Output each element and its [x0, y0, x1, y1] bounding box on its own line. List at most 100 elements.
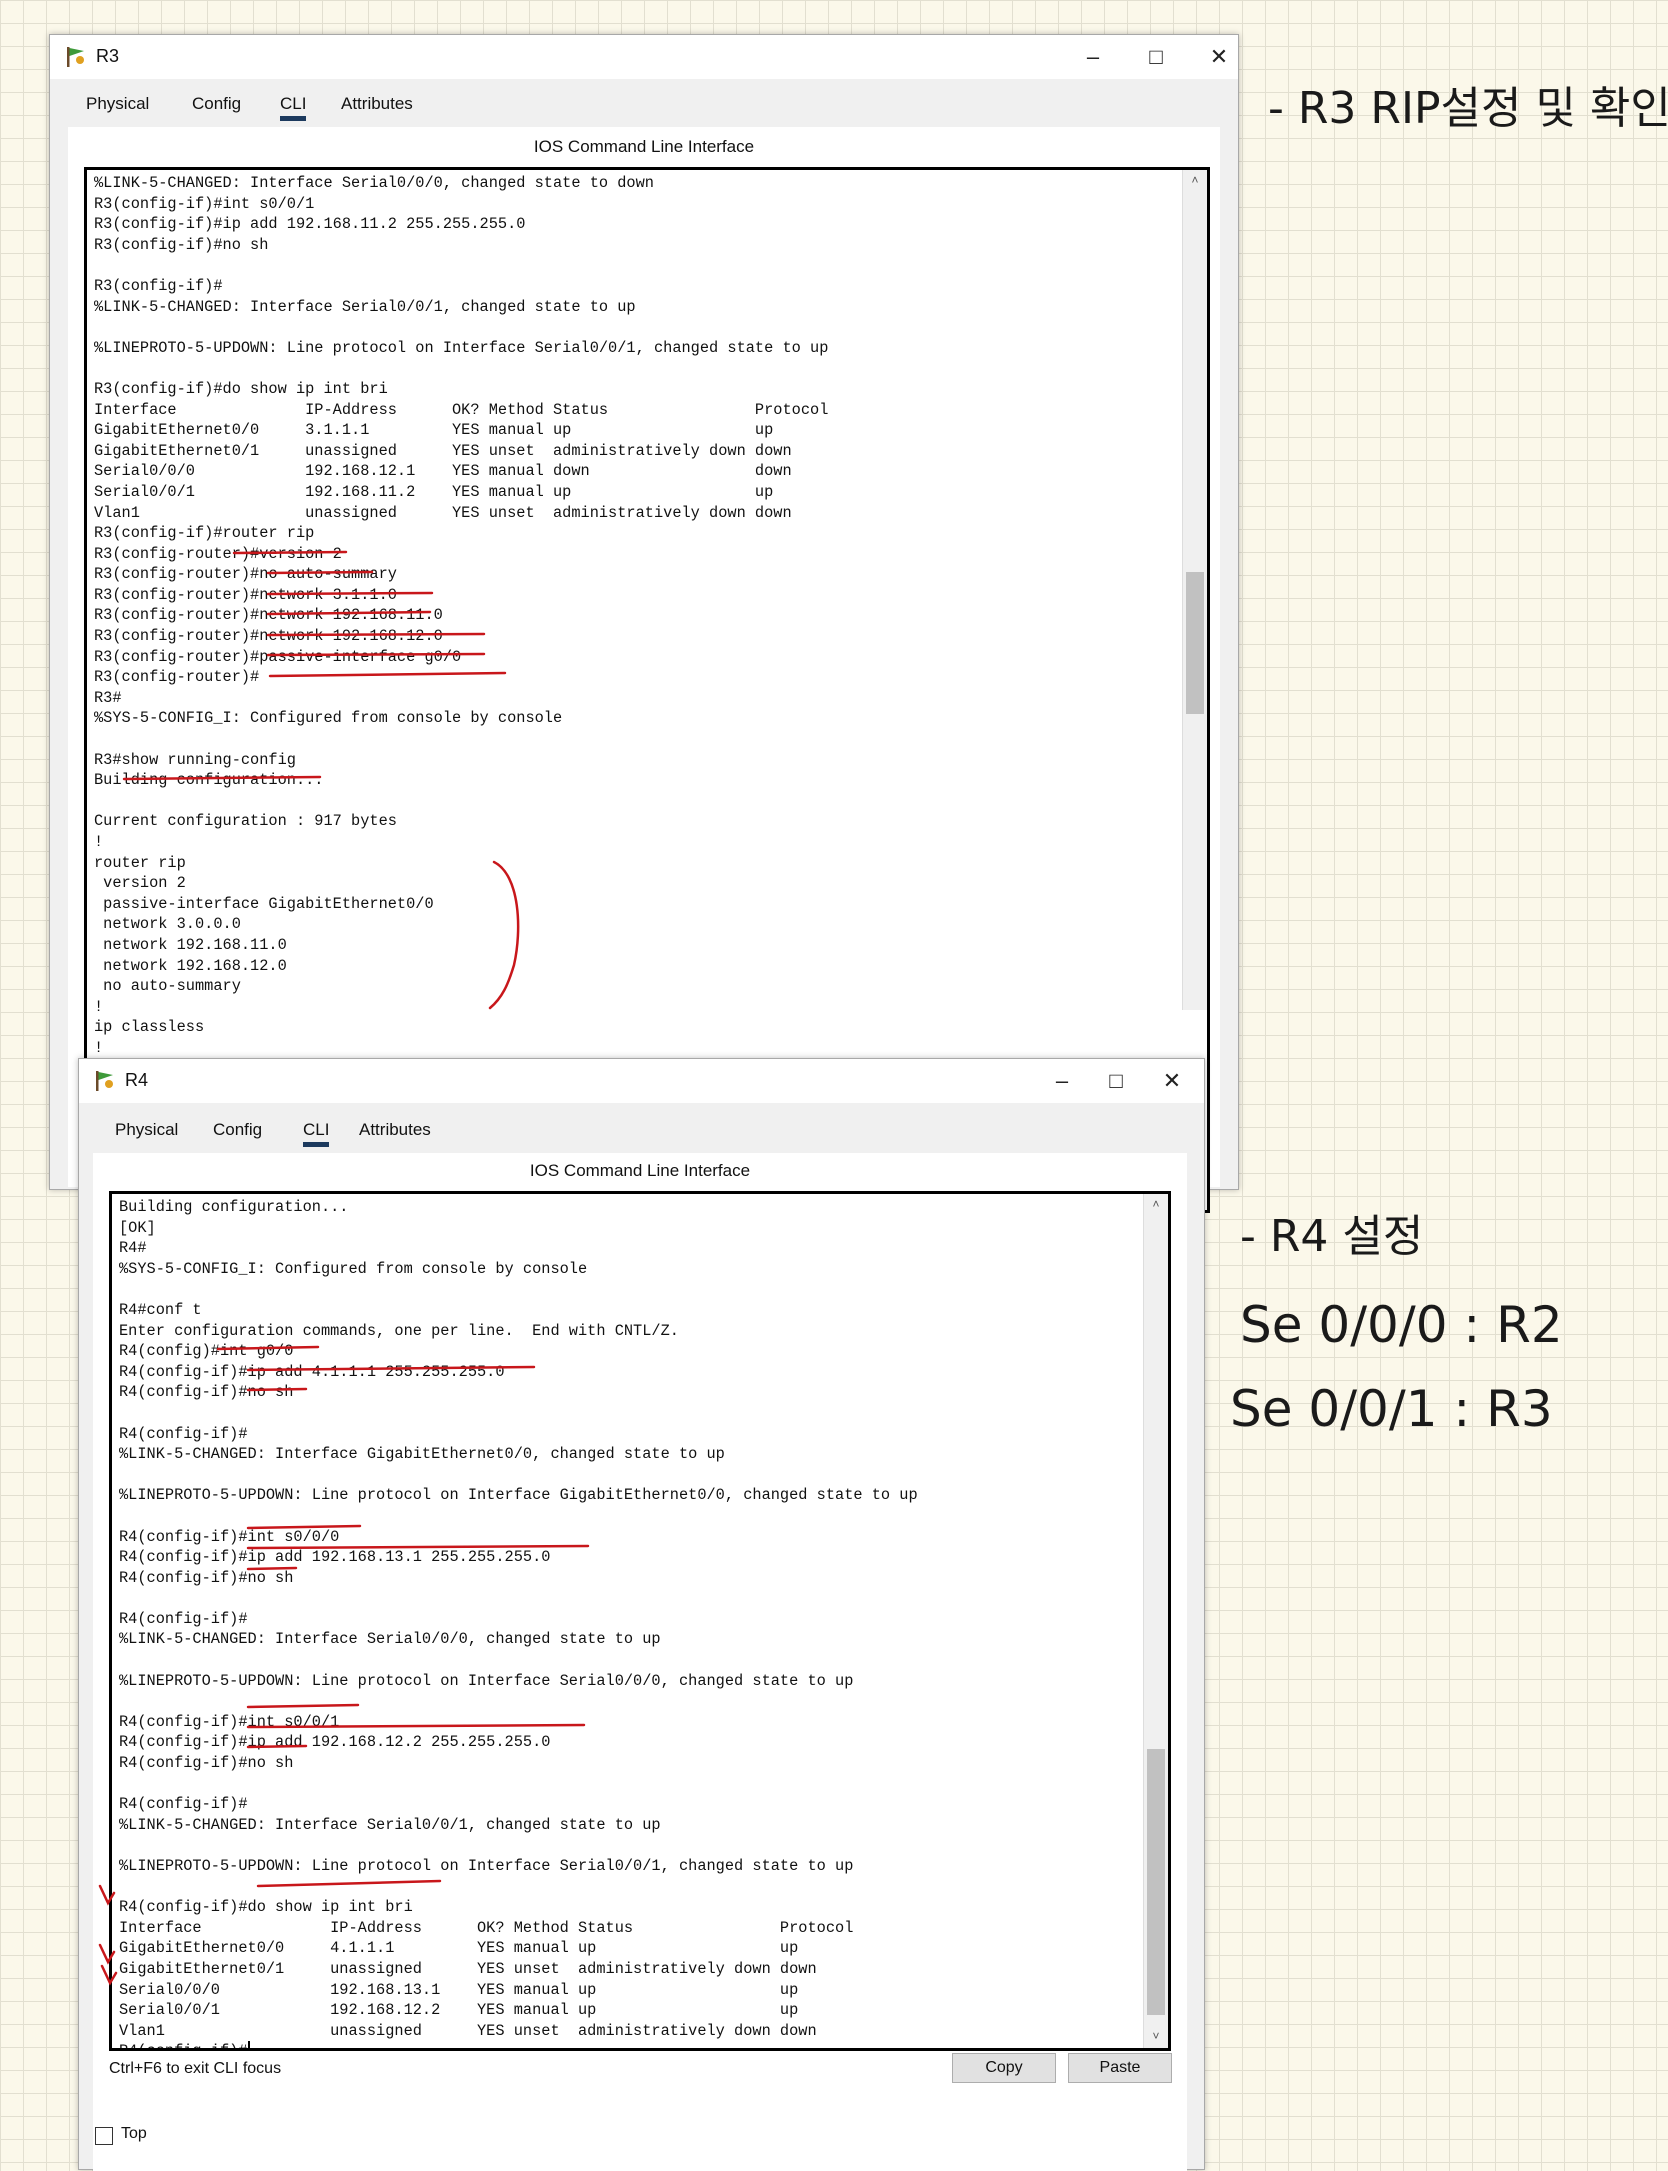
scroll-up-arrow[interactable]: ˄	[1144, 1194, 1168, 1216]
packet-tracer-icon	[67, 47, 84, 67]
scroll-thumb[interactable]	[1186, 572, 1204, 714]
terminal-line: Serial0/0/0 192.168.12.1 YES manual down…	[94, 462, 792, 481]
terminal-line: R4(config-if)#ip add 192.168.13.1 255.25…	[119, 1548, 551, 1567]
terminal-line: %SYS-5-CONFIG_I: Configured from console…	[94, 709, 563, 728]
tab-physical[interactable]: Physical	[68, 85, 167, 123]
terminal-line: R4(config-if)#ip add 192.168.12.2 255.25…	[119, 1733, 551, 1752]
terminal-line: Interface IP-Address OK? Method Status P…	[94, 400, 829, 419]
r3-cli-panel: IOS Command Line Interface %LINK-5-CHANG…	[68, 127, 1220, 1213]
terminal-line: R3(config-if)#router rip	[94, 524, 315, 543]
terminal-line: Enter configuration commands, one per li…	[119, 1321, 679, 1340]
tab-cli[interactable]: CLI	[285, 1111, 347, 1149]
terminal-line: Serial0/0/1 192.168.11.2 YES manual up u…	[94, 482, 774, 501]
close-button[interactable]: ✕	[1147, 1063, 1197, 1099]
r3-titlebar[interactable]: R3 – □ ✕	[50, 35, 1238, 79]
terminal-line: !	[94, 1038, 104, 1057]
terminal-line: R3(config-router)#network 3.1.1.0	[94, 585, 397, 604]
terminal-line: R4(config-if)#int s0/0/1	[119, 1712, 340, 1731]
terminal-line: R4(config-if)#do show ip int bri	[119, 1898, 413, 1917]
terminal-line: network 192.168.11.0	[94, 935, 287, 954]
terminal-line: network 192.168.12.0	[94, 956, 287, 975]
terminal-line: R4(config-if)#	[119, 1609, 248, 1628]
terminal-line: R3(config-if)#do show ip int bri	[94, 379, 388, 398]
terminal-line: no auto-summary	[94, 977, 241, 996]
scroll-down-arrow[interactable]: ˅	[1144, 2026, 1168, 2048]
terminal-line: !	[94, 833, 104, 851]
tab-physical[interactable]: Physical	[97, 1111, 196, 1149]
minimize-button[interactable]: –	[1037, 1063, 1087, 1099]
terminal-line: R4(config-if)#no sh	[119, 1754, 294, 1773]
terminal-line: GigabitEthernet0/1 unassigned YES unset …	[94, 441, 792, 460]
terminal-line: R4(config-if)#int s0/0/0	[119, 1527, 340, 1546]
terminal-line: R3(config-router)#	[94, 668, 260, 687]
terminal-line: R3(config-router)#no auto-summary	[94, 565, 397, 584]
maximize-button[interactable]: □	[1131, 39, 1181, 75]
copy-button[interactable]: Copy	[952, 2053, 1056, 2083]
terminal-line: %LINK-5-CHANGED: Interface Serial0/0/1, …	[94, 297, 636, 316]
terminal-line: R4(config-if)#ip add 4.1.1.1 255.255.255…	[119, 1362, 505, 1381]
terminal-line: Building configuration...	[119, 1198, 349, 1216]
tab-attributes[interactable]: Attributes	[341, 1111, 449, 1149]
paste-button[interactable]: Paste	[1068, 2053, 1172, 2083]
terminal-line: passive-interface GigabitEthernet0/0	[94, 894, 434, 913]
terminal-line: R4(config-if)#no sh	[119, 1568, 294, 1587]
terminal-line: Vlan1 unassigned YES unset administrativ…	[94, 503, 792, 522]
tab-config[interactable]: Config	[195, 1111, 280, 1149]
terminal-line: GigabitEthernet0/0 3.1.1.1 YES manual up…	[94, 421, 774, 440]
window-title: R3	[96, 46, 120, 66]
top-checkbox[interactable]	[95, 2127, 113, 2145]
terminal-line: %LINK-5-CHANGED: Interface Serial0/0/1, …	[119, 1815, 661, 1834]
terminal-line: %LINK-5-CHANGED: Interface Serial0/0/0, …	[119, 1630, 661, 1649]
terminal-line: %LINK-5-CHANGED: Interface Serial0/0/0, …	[94, 174, 654, 192]
terminal-line: R3(config-if)#ip add 192.168.11.2 255.25…	[94, 215, 526, 234]
terminal-line: Serial0/0/0 192.168.13.1 YES manual up u…	[119, 1980, 799, 1999]
terminal-line: R4(config-if)#	[119, 1424, 248, 1443]
terminal-line: !	[94, 997, 104, 1016]
packet-tracer-icon	[96, 1071, 113, 1091]
terminal-line: R3(config-if)#	[94, 276, 223, 295]
terminal-line: R3(config-router)#version 2	[94, 544, 342, 563]
terminal-line: %LINEPROTO-5-UPDOWN: Line protocol on In…	[119, 1486, 918, 1505]
tab-cli[interactable]: CLI	[262, 85, 324, 123]
terminal-line: R4#conf t	[119, 1300, 202, 1319]
terminal-line: Serial0/0/1 192.168.12.2 YES manual up u…	[119, 2001, 799, 2020]
r4-setup-note: - R4 설정	[1240, 1211, 1424, 1262]
terminal-line: R3#show running-config	[94, 750, 296, 769]
cli-focus-hint: Ctrl+F6 to exit CLI focus	[109, 2060, 282, 2077]
terminal-line: router rip	[94, 853, 186, 872]
r3-scrollbar[interactable]: ˄	[1182, 170, 1207, 1010]
maximize-button[interactable]: □	[1091, 1063, 1141, 1099]
terminal-line: version 2	[94, 874, 186, 893]
terminal-line: ip classless	[94, 1018, 205, 1037]
tab-config[interactable]: Config	[174, 85, 259, 123]
terminal-line: R4(config-if)#	[119, 2041, 1140, 2048]
terminal-line: R3(config-router)#network 192.168.11.0	[94, 606, 443, 625]
r3-window: R3 – □ ✕ Physical Config CLI Attributes …	[49, 34, 1239, 1213]
r4-window: R4 – □ ✕ Physical Config CLI Attributes …	[78, 1058, 1205, 2171]
scroll-thumb[interactable]	[1147, 1749, 1165, 2015]
terminal-line: R3(config-if)#no sh	[94, 235, 269, 254]
r3-terminal[interactable]: %LINK-5-CHANGED: Interface Serial0/0/0, …	[84, 167, 1210, 1213]
terminal-line: R4(config-if)#no sh	[119, 1383, 294, 1402]
r4-scrollbar[interactable]: ˄ ˅	[1143, 1194, 1168, 2048]
minimize-button[interactable]: –	[1068, 39, 1118, 75]
r3-rip-note: - R3 RIP설정 및 확인	[1268, 83, 1668, 134]
r3-terminal-output: %LINK-5-CHANGED: Interface Serial0/0/0, …	[94, 173, 1179, 1059]
terminal-line: R3(config-if)#int s0/0/1	[94, 194, 315, 213]
terminal-line: Current configuration : 917 bytes	[94, 812, 397, 831]
tab-attributes[interactable]: Attributes	[323, 85, 431, 123]
terminal-line: Interface IP-Address OK? Method Status P…	[119, 1918, 854, 1937]
close-button[interactable]: ✕	[1194, 39, 1244, 75]
scroll-up-arrow[interactable]: ˄	[1183, 170, 1207, 192]
terminal-line: R4(config)#int g0/0	[119, 1342, 294, 1361]
r4-cli-panel: IOS Command Line Interface Building conf…	[93, 1153, 1187, 2171]
r4-titlebar[interactable]: R4 – □ ✕	[79, 1059, 1204, 1103]
r4-terminal[interactable]: Building configuration... [OK] R4# %SYS-5-C…	[109, 1191, 1171, 2051]
